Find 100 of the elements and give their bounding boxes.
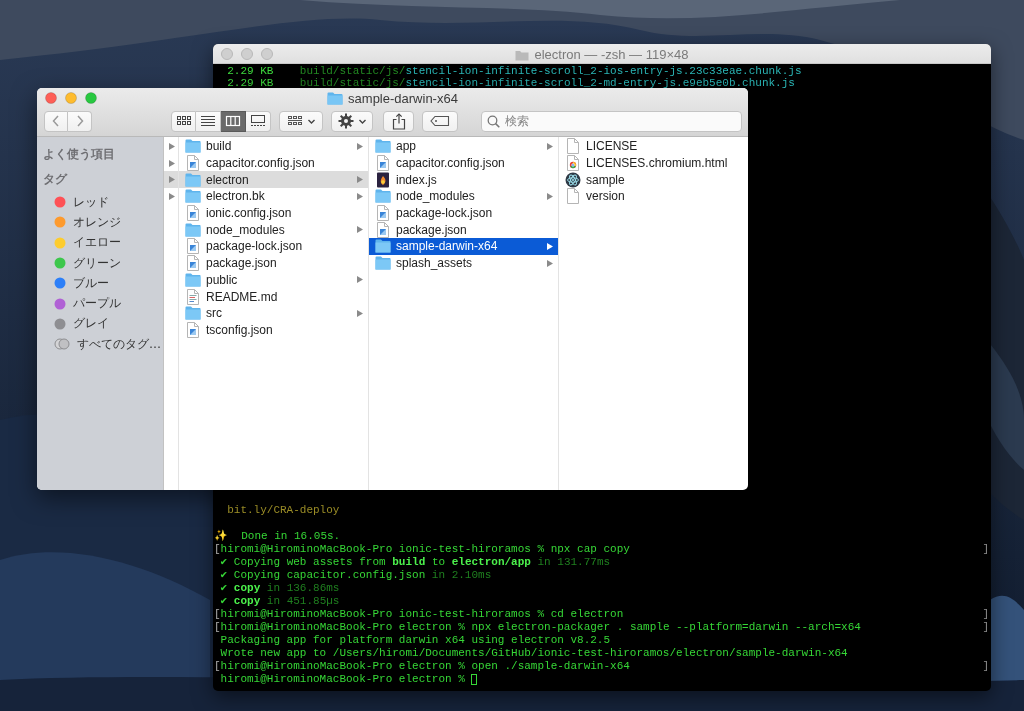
file-row[interactable]: sample (559, 171, 748, 189)
json-file-icon (185, 155, 201, 172)
line-mark: ] (982, 608, 989, 621)
folder-icon (185, 188, 201, 205)
folder-icon (327, 92, 344, 105)
terminal-line: [hiromi@HirominoMacBook-Pro electron % npx electron-packager . sample --platform=darwin --arch=x64 (214, 621, 861, 634)
file-row[interactable]: electron.bk (179, 188, 368, 205)
terminal-line: [hiromi@HirominoMacBook-Pro ionic-test-hiroramos % cd electron (214, 608, 624, 621)
file-row[interactable]: LICENSE (559, 138, 748, 155)
file-row[interactable]: version (559, 188, 748, 205)
list-icon (200, 114, 216, 128)
view-mode-button[interactable] (171, 110, 196, 132)
search-field[interactable]: 検索 (481, 110, 742, 132)
file-row[interactable]: app (369, 138, 558, 155)
sidebar-item[interactable]: ブルー (37, 273, 163, 294)
file-row[interactable]: src (179, 304, 368, 322)
terminal-line: ✔ Copying web assets from build to electron/app in 131.77ms (219, 556, 611, 569)
json-file-icon (375, 205, 391, 222)
terminal-line: ✔ copy in 136.86ms (219, 582, 340, 595)
file-row[interactable]: index.js (369, 171, 558, 189)
json-file-icon (185, 205, 201, 222)
file-row[interactable]: package-lock.json (369, 204, 558, 222)
document-icon (565, 188, 581, 205)
json-file-icon (375, 221, 391, 238)
columns-icon (225, 114, 241, 128)
sidebar-item[interactable]: パープル (37, 293, 163, 314)
file-row[interactable]: capacitor.config.json (369, 154, 558, 172)
sidebar-item[interactable]: イエロー (37, 232, 163, 253)
sidebar-item[interactable]: オレンジ (37, 212, 163, 233)
tag-icon (430, 115, 450, 127)
share-icon (391, 112, 406, 130)
section-heading: タグ (42, 171, 69, 188)
grid-icon (286, 114, 303, 128)
terminal-line: Wrote new app to /Users/hiromi/Documents/GitHub/ionic-test-hiroramos/electron/sample-darwin-x64 (219, 647, 848, 660)
terminal-line: Packaging app for platform darwin x64 using electron v8.2.5 (219, 634, 611, 647)
app-icon (565, 171, 581, 188)
json-file-icon (185, 321, 201, 338)
file-row[interactable]: LICENSES.chromium.html (559, 154, 748, 172)
grid-icon (175, 114, 192, 128)
terminal-line: 2.29 KB build/static/js/stencil-ion-infinite-scroll_2-ios-entry-js.23c33eae.chunk.js (226, 65, 802, 77)
json-file-icon (185, 238, 201, 255)
view-mode-button[interactable] (246, 110, 271, 132)
terminal-line: [hiromi@HirominoMacBook-Pro electron % open ./sample-darwin-x64 (214, 660, 630, 673)
line-mark: ] (982, 543, 989, 556)
file-row[interactable]: public (179, 271, 368, 289)
action-button[interactable] (331, 110, 373, 132)
forward-button[interactable] (68, 110, 92, 132)
file-row[interactable]: capacitor.config.json (179, 154, 368, 172)
terminal-line: [hiromi@HirominoMacBook-Pro ionic-test-hiroramos % npx cap copy (214, 543, 630, 556)
file-row[interactable]: package.json (179, 254, 368, 272)
group-button[interactable] (279, 110, 323, 132)
sidebar-item[interactable]: すべてのタグ… (37, 334, 163, 355)
sidebar-item[interactable]: グリーン (37, 252, 163, 274)
parent-row[interactable] (164, 171, 178, 189)
view-mode-button[interactable] (221, 110, 246, 132)
folder-icon (375, 238, 391, 255)
sidebar-item[interactable]: グレイ (37, 313, 163, 335)
terminal-line: hiromi@HirominoMacBook-Pro electron % (219, 673, 466, 686)
sidebar-item[interactable]: レッド (37, 192, 163, 213)
file-row[interactable]: splash_assets (369, 254, 558, 272)
view-mode-button[interactable] (196, 110, 221, 132)
terminal-line: bit.ly/CRA-deploy (226, 504, 340, 517)
window-title: electron — -zsh — 119×48 (534, 47, 689, 62)
chevron-right-icon (74, 114, 85, 128)
folder-icon (185, 138, 201, 155)
json-file-icon (185, 255, 201, 272)
terminal-line: 2.29 KB build/static/js/stencil-ion-infinite-scroll_2-md-entry-js.e9eb5e0b.chunk.js (226, 77, 795, 89)
tag-button[interactable] (422, 110, 458, 132)
file-row[interactable]: build (179, 138, 368, 155)
file-row[interactable]: sample-darwin-x64 (369, 238, 558, 255)
window-title: sample-darwin-x64 (348, 91, 458, 106)
terminal-line: ✔ Copying capacitor.config.json in 2.10ms (219, 569, 492, 582)
folder-icon (375, 138, 391, 155)
html-file-icon (565, 155, 581, 172)
json-file-icon (375, 155, 391, 172)
chevron-left-icon (51, 114, 61, 128)
file-row[interactable]: README.md (179, 288, 368, 305)
share-button[interactable] (383, 110, 414, 132)
text-file-icon (185, 288, 201, 305)
file-row[interactable]: tsconfig.json (179, 321, 368, 339)
file-row[interactable]: package.json (369, 221, 558, 239)
file-row[interactable]: node_modules (179, 221, 368, 239)
gallery-icon (250, 114, 266, 128)
file-row[interactable]: ionic.config.json (179, 204, 368, 222)
file-row[interactable]: package-lock.json (179, 238, 368, 255)
back-button[interactable] (44, 110, 68, 132)
folder-icon (515, 48, 530, 61)
folder-icon (375, 255, 391, 272)
folder-icon (185, 305, 201, 322)
terminal-line: ✨ Done in 16.05s. (214, 530, 341, 543)
js-file-icon (375, 171, 391, 188)
line-mark: ] (982, 660, 989, 673)
line-mark: ] (982, 621, 989, 634)
folder-icon (185, 221, 201, 238)
settings-icon (337, 113, 354, 129)
folder-icon (375, 188, 391, 205)
file-row[interactable]: node_modules (369, 188, 558, 205)
search-icon (487, 114, 500, 128)
folder-icon (185, 171, 201, 188)
tags-icon (54, 338, 70, 351)
